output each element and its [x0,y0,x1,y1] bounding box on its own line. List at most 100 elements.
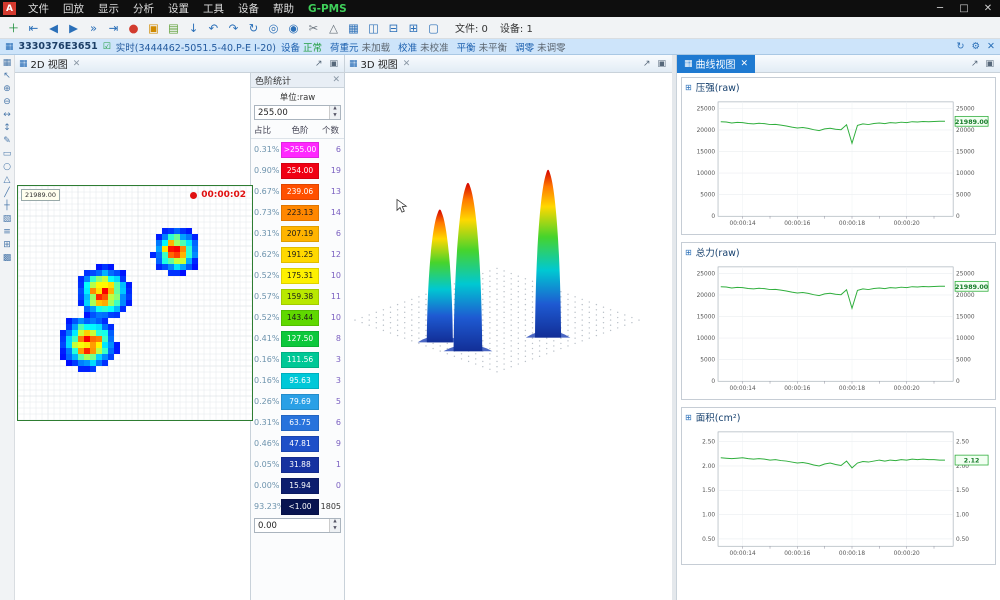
cursor-readout: 21989.00 [21,189,60,201]
shade-icon[interactable]: ▩ [3,254,12,263]
list-icon[interactable]: ≡ [3,228,11,237]
redo-icon[interactable]: ↷ [224,19,243,37]
select-cursor-icon[interactable]: ↖ [3,72,11,81]
menu-item-9[interactable]: G-PMS [301,3,354,15]
pan-horizontal-icon[interactable]: ↔ [3,111,11,120]
svg-text:1.50: 1.50 [956,488,969,494]
layout-columns-icon[interactable]: ◫ [364,19,383,37]
pressure-chart[interactable]: 0050005000100001000015000150002000020000… [685,94,992,232]
max-level-spinner[interactable]: 255.00 ▲ ▼ [254,105,341,120]
add-icon[interactable]: ＋ [4,19,23,37]
panel-menu-icon[interactable]: ▣ [657,59,666,69]
export-icon[interactable]: ↓ [184,19,203,37]
legend-row: 0.52%175.3110 [251,265,344,286]
panel-menu-icon[interactable]: ▣ [985,59,994,69]
save-icon[interactable]: ▤ [164,19,183,37]
tab-3d-view[interactable]: 3D 视图 [361,56,398,71]
play-icon[interactable]: ▶ [64,19,83,37]
menu-item-6[interactable]: 工具 [196,1,231,16]
layout-grid-icon[interactable]: ▦ [344,19,363,37]
next-frame-icon[interactable]: » [84,19,103,37]
refresh-icon[interactable]: ↻ [957,41,965,52]
min-level-spinner[interactable]: 0.00 ▲ ▼ [254,518,341,533]
panel-menu-icon[interactable]: ▣ [329,59,338,69]
close-button[interactable]: ✕ [976,3,1000,14]
popout-icon[interactable]: ↗ [643,59,651,69]
color-stats-header: 色阶统计 ✕ [251,73,344,88]
menu-item-4[interactable]: 分析 [126,1,161,16]
go-end-icon[interactable]: ⇥ [104,19,123,37]
legend-percent: 0.67% [254,187,281,196]
menu-item-3[interactable]: 显示 [91,1,126,16]
menu-item-1[interactable]: 文件 [21,1,56,16]
spin-down-icon[interactable]: ▼ [330,526,340,533]
device-id: 3330376E3651 [19,41,98,52]
surface-3d-plot[interactable] [345,73,672,600]
menu-item-5[interactable]: 设置 [161,1,196,16]
table-icon[interactable]: ⊞ [3,241,11,250]
legend-percent: 93.23% [254,502,281,511]
device-count-label: 设备: 1 [500,20,533,35]
area-chart[interactable]: 0.500.501.001.001.501.502.002.002.502.50… [685,424,992,562]
realtime-check-icon[interactable]: ☑ [103,42,111,52]
color-stats-title: 色阶统计 [255,74,291,87]
triangle-tool-icon[interactable]: △ [4,176,11,185]
ellipse-tool-icon[interactable]: ○ [3,163,11,172]
snapshot-icon[interactable]: ▣ [144,19,163,37]
maximize-button[interactable]: □ [952,3,976,14]
crosshair-icon[interactable]: ┼ [4,202,9,211]
measure-icon[interactable]: △ [324,19,343,37]
close-icon[interactable]: ✕ [403,59,411,69]
color-swatch: 175.31 [281,268,319,284]
view-grid-icon[interactable]: ▦ [3,59,12,68]
popout-icon[interactable]: ↗ [971,59,979,69]
prev-frame-icon[interactable]: ◀ [44,19,63,37]
legend-percent: 0.31% [254,418,281,427]
svg-text:25000: 25000 [956,271,975,277]
zoom-out-icon[interactable]: ⊖ [3,98,11,107]
menu-item-7[interactable]: 设备 [231,1,266,16]
menu-item-8[interactable]: 帮助 [266,1,301,16]
spin-down-icon[interactable]: ▼ [330,113,340,120]
layout-single-icon[interactable]: ▢ [424,19,443,37]
tab-2d-view[interactable]: 2D 视图 [31,56,68,71]
close-icon[interactable]: ✕ [73,59,81,69]
max-level-value: 255.00 [255,108,329,118]
legend-percent: 0.62% [254,250,281,259]
spinner-arrows[interactable]: ▲ ▼ [329,519,340,532]
close-icon[interactable]: ✕ [332,75,340,85]
refresh-icon[interactable]: ↻ [244,19,263,37]
pressure-heatmap[interactable]: 21989.00 00:00:02 [17,185,253,421]
menu-item-2[interactable]: 回放 [56,1,91,16]
rect-tool-icon[interactable]: ▭ [3,150,12,159]
record-icon[interactable]: ● [124,19,143,37]
zoom-in-icon[interactable]: ⊕ [3,85,11,94]
svg-text:2.50: 2.50 [702,440,715,446]
target-icon[interactable]: ◎ [264,19,283,37]
layout-rows-icon[interactable]: ⊟ [384,19,403,37]
svg-text:21989.00: 21989.00 [955,119,989,126]
close-icon[interactable]: ✕ [987,41,995,52]
color-swatch: >255.00 [281,142,319,158]
close-icon[interactable]: ✕ [741,59,749,69]
popout-icon[interactable]: ↗ [315,59,323,69]
go-start-icon[interactable]: ⇤ [24,19,43,37]
color-swatch: 191.25 [281,247,319,263]
settings-icon[interactable]: ⚙ [972,41,981,52]
spinner-arrows[interactable]: ▲ ▼ [329,106,340,119]
total-force-chart[interactable]: 0050005000100001000015000150002000020000… [685,259,992,397]
svg-text:00:00:14: 00:00:14 [730,551,756,557]
minimize-button[interactable]: ─ [928,3,952,14]
tab-curve-view[interactable]: ▦ 曲线视图 ✕ [677,55,755,73]
layout-quad-icon[interactable]: ⊞ [404,19,423,37]
panel-3d-body [345,73,672,600]
annotate-icon[interactable]: ✎ [3,137,11,146]
hatch-icon[interactable]: ▧ [3,215,12,224]
cut-icon[interactable]: ✂ [304,19,323,37]
line-tool-icon[interactable]: ╱ [4,189,9,198]
record-dot-icon[interactable]: ◉ [284,19,303,37]
menu-bar: 文件回放显示分析设置工具设备帮助G-PMS [21,1,354,16]
undo-icon[interactable]: ↶ [204,19,223,37]
legend-row: 93.23%<1.001805 [251,496,344,517]
pan-vertical-icon[interactable]: ↕ [3,124,11,133]
